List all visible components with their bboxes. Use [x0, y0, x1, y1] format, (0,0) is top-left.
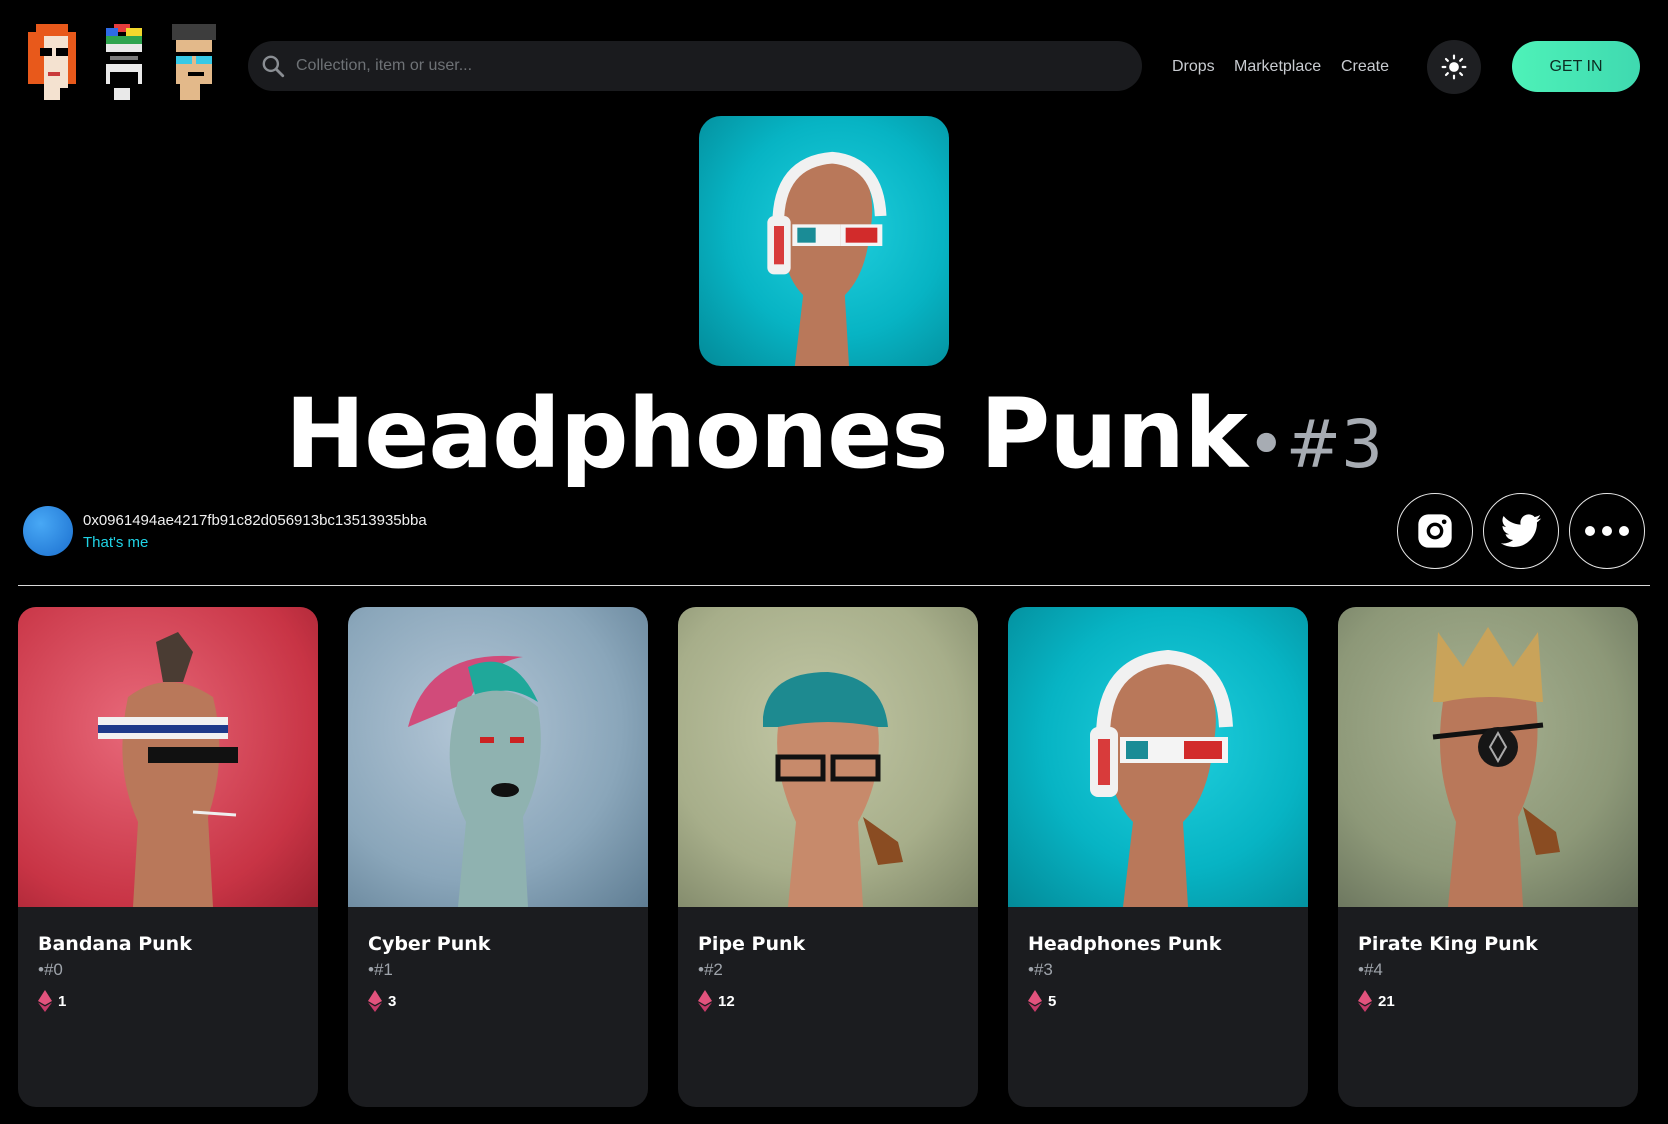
nft-card[interactable]: Cyber Punk •#1 3	[348, 607, 648, 1107]
search-input[interactable]	[296, 57, 1096, 75]
card-title: Cyber Punk	[368, 933, 491, 955]
owner-note-link[interactable]: That's me	[83, 534, 427, 551]
search-icon	[262, 55, 285, 78]
card-number: •#1	[368, 960, 393, 979]
card-number: •#2	[698, 960, 723, 979]
card-price: 21	[1358, 990, 1618, 1012]
card-image	[1338, 607, 1638, 907]
card-title: Bandana Punk	[38, 933, 192, 955]
owner-address[interactable]: 0x0961494ae4217fb91c82d056913bc13513935b…	[83, 512, 427, 529]
card-price: 12	[698, 990, 958, 1012]
card-number: •#3	[1028, 960, 1053, 979]
more-options-button[interactable]	[1569, 493, 1645, 569]
card-number: •#4	[1358, 960, 1383, 979]
punk-logo-1-icon	[28, 24, 84, 100]
card-title: Pipe Punk	[698, 933, 806, 955]
theme-toggle-button[interactable]	[1427, 40, 1481, 94]
item-title-row: Headphones Punk•#3	[0, 378, 1668, 490]
nav-marketplace-link[interactable]: Marketplace	[1234, 58, 1321, 76]
nft-card[interactable]: Headphones Punk •#3 5	[1008, 607, 1308, 1107]
ethereum-icon	[368, 990, 382, 1012]
nft-card[interactable]: Bandana Punk •#0 1	[18, 607, 318, 1107]
more-icon	[1585, 526, 1629, 536]
ethereum-icon	[38, 990, 52, 1012]
card-image	[678, 607, 978, 907]
instagram-icon	[1418, 514, 1452, 548]
nav-create-link[interactable]: Create	[1341, 58, 1389, 76]
card-image	[18, 607, 318, 907]
card-image	[1008, 607, 1308, 907]
avatar[interactable]	[23, 506, 73, 556]
twitter-button[interactable]	[1483, 493, 1559, 569]
item-image	[699, 116, 949, 366]
card-image	[348, 607, 648, 907]
punk-logo-2-icon	[98, 24, 154, 100]
card-number: •#0	[38, 960, 63, 979]
item-title: Headphones Punk	[284, 378, 1248, 490]
sun-icon	[1441, 54, 1467, 80]
get-in-button[interactable]: GET IN	[1512, 41, 1640, 92]
nft-card[interactable]: Pipe Punk •#2 12	[678, 607, 978, 1107]
owner-info: 0x0961494ae4217fb91c82d056913bc13513935b…	[23, 506, 427, 556]
card-title: Headphones Punk	[1028, 933, 1222, 955]
ethereum-icon	[698, 990, 712, 1012]
card-price-value: 3	[388, 992, 397, 1010]
item-number: •#3	[1246, 406, 1384, 483]
card-price: 5	[1028, 990, 1288, 1012]
card-price-value: 1	[58, 992, 67, 1010]
nft-card[interactable]: Pirate King Punk •#4 21	[1338, 607, 1638, 1107]
card-price-value: 21	[1378, 992, 1395, 1010]
ethereum-icon	[1358, 990, 1372, 1012]
card-price: 1	[38, 990, 298, 1012]
search-bar[interactable]	[248, 41, 1142, 91]
nav-drops-link[interactable]: Drops	[1172, 58, 1215, 76]
ethereum-icon	[1028, 990, 1042, 1012]
instagram-button[interactable]	[1397, 493, 1473, 569]
punk-logo-3-icon	[168, 24, 224, 100]
card-price-value: 5	[1048, 992, 1057, 1010]
section-divider	[18, 585, 1650, 586]
card-price-value: 12	[718, 992, 735, 1010]
card-price: 3	[368, 990, 628, 1012]
site-logo[interactable]	[28, 24, 218, 100]
card-title: Pirate King Punk	[1358, 933, 1538, 955]
twitter-icon	[1500, 514, 1542, 547]
